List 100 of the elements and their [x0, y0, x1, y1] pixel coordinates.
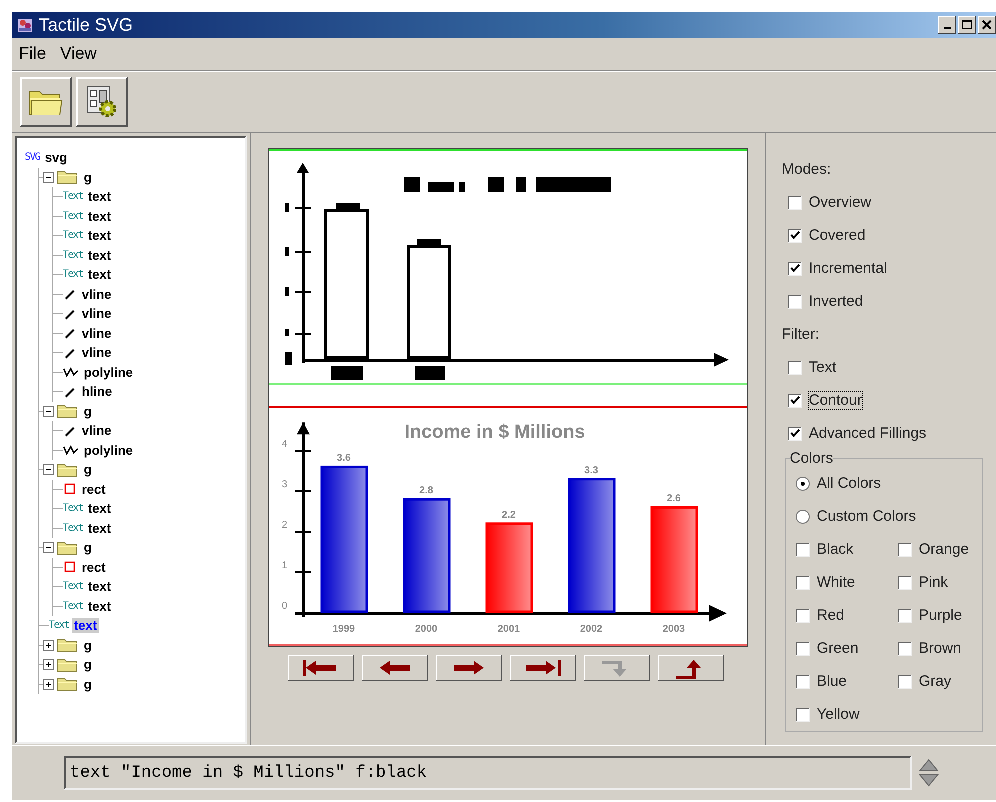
- checkbox-label[interactable]: Orange: [918, 540, 970, 559]
- first-button[interactable]: [288, 655, 354, 681]
- tree-item[interactable]: text: [86, 228, 114, 244]
- tree-item[interactable]: hline: [80, 384, 114, 400]
- tree-item[interactable]: vline: [80, 286, 114, 302]
- tree-item[interactable]: svg: [43, 150, 70, 166]
- app-icon: [16, 16, 34, 34]
- expand-toggle[interactable]: [43, 640, 54, 651]
- checkbox-label[interactable]: Blue: [816, 672, 848, 691]
- tree-item[interactable]: text: [86, 267, 114, 282]
- checkbox-label[interactable]: White: [816, 573, 856, 592]
- tree-item[interactable]: g: [82, 170, 94, 185]
- checkbox-label[interactable]: Green: [816, 639, 860, 658]
- checkbox-label[interactable]: Text: [808, 358, 838, 377]
- menu-item[interactable]: View: [60, 44, 97, 64]
- radio-button[interactable]: [796, 476, 810, 490]
- tree-item[interactable]: text: [72, 618, 100, 634]
- expand-toggle[interactable]: [43, 542, 54, 554]
- tree-item[interactable]: text: [86, 208, 114, 224]
- folder-icon: [57, 540, 79, 556]
- x-tick-label: 2003: [662, 624, 686, 635]
- tree-item[interactable]: vline: [80, 345, 114, 360]
- checkbox-label[interactable]: Purple: [918, 606, 964, 625]
- checkbox-label[interactable]: Gray: [918, 672, 953, 691]
- tree-item[interactable]: g: [82, 676, 94, 692]
- tree-item[interactable]: g: [82, 657, 94, 672]
- chart-title: Income in $ Millions: [404, 422, 586, 443]
- checkbox[interactable]: [796, 542, 810, 556]
- expand-toggle[interactable]: [43, 172, 54, 183]
- tree-item[interactable]: g: [82, 462, 94, 478]
- checkbox-label[interactable]: Overview: [808, 193, 873, 212]
- value-label: 2.2: [502, 510, 516, 521]
- tree-item[interactable]: text: [86, 501, 114, 516]
- tree-item[interactable]: rect: [80, 560, 108, 575]
- tree-item[interactable]: polyline: [82, 364, 136, 380]
- checkbox[interactable]: [796, 608, 810, 622]
- tree-item[interactable]: g: [82, 540, 94, 556]
- close-button[interactable]: [978, 16, 996, 34]
- maximize-button[interactable]: [958, 16, 976, 34]
- expand-toggle[interactable]: [43, 406, 54, 417]
- open-button[interactable]: [20, 77, 72, 127]
- tree-item[interactable]: text: [86, 579, 114, 594]
- tree-item[interactable]: vline: [80, 326, 114, 341]
- checkbox[interactable]: [796, 674, 810, 688]
- checkbox-label[interactable]: Contour: [808, 391, 864, 410]
- last-button[interactable]: [510, 655, 576, 681]
- tree-item[interactable]: text: [86, 189, 114, 204]
- settings-button[interactable]: [76, 77, 128, 127]
- checkbox[interactable]: [796, 576, 810, 590]
- radio-button[interactable]: [796, 510, 810, 524]
- checkbox[interactable]: [898, 608, 912, 622]
- checkbox[interactable]: [796, 642, 810, 656]
- tree-item[interactable]: g: [82, 404, 94, 419]
- tree-item[interactable]: vline: [80, 306, 114, 322]
- checkbox[interactable]: [788, 360, 802, 374]
- minimize-button[interactable]: [938, 16, 956, 34]
- status-field[interactable]: text "Income in $ Millions" f:black: [64, 756, 912, 790]
- checkbox-label[interactable]: Red: [816, 606, 846, 625]
- checkbox[interactable]: [788, 228, 802, 242]
- tree-item[interactable]: text: [86, 520, 114, 536]
- folder-icon: [57, 676, 79, 692]
- tree-item[interactable]: g: [82, 638, 94, 653]
- checkbox[interactable]: [898, 674, 912, 688]
- checkbox[interactable]: [898, 542, 912, 556]
- tree-item[interactable]: rect: [80, 482, 108, 497]
- expand-toggle[interactable]: [43, 464, 54, 476]
- expand-toggle[interactable]: [43, 659, 54, 670]
- tree-item[interactable]: text: [86, 598, 114, 614]
- checkbox[interactable]: [796, 708, 810, 722]
- text-tag-icon: Text: [63, 210, 84, 222]
- checkbox[interactable]: [898, 576, 912, 590]
- checkbox-label[interactable]: Covered: [808, 226, 867, 245]
- menu-item[interactable]: File: [19, 44, 46, 64]
- checkbox-label[interactable]: Incremental: [808, 259, 888, 278]
- tree-item[interactable]: vline: [80, 423, 114, 438]
- expand-toggle[interactable]: [43, 678, 54, 690]
- checkbox-label[interactable]: Yellow: [816, 705, 861, 724]
- text-tag-icon: Text: [63, 503, 84, 514]
- checkbox-label[interactable]: Brown: [918, 639, 963, 658]
- checkbox-label[interactable]: Black: [816, 540, 855, 559]
- next-button[interactable]: [436, 655, 502, 681]
- checkbox[interactable]: [788, 294, 802, 308]
- checkbox[interactable]: [788, 262, 802, 276]
- text-tag-icon: Text: [63, 600, 84, 612]
- checkbox-label[interactable]: Pink: [918, 573, 950, 592]
- checkbox[interactable]: [898, 642, 912, 656]
- previous-button[interactable]: [362, 655, 428, 681]
- checkbox-label[interactable]: Advanced Fillings: [808, 424, 928, 443]
- tree-item[interactable]: polyline: [82, 442, 136, 458]
- minimize-icon: [944, 27, 950, 29]
- radio-label[interactable]: Custom Colors: [816, 507, 918, 526]
- radio-label[interactable]: All Colors: [816, 474, 882, 493]
- checkbox[interactable]: [788, 394, 802, 408]
- checkbox-label[interactable]: Inverted: [808, 292, 864, 311]
- checkbox[interactable]: [788, 196, 802, 210]
- tree-item[interactable]: text: [86, 248, 114, 263]
- up-button[interactable]: [658, 655, 724, 681]
- section-label: Filter:: [782, 325, 820, 345]
- checkbox[interactable]: [788, 426, 802, 440]
- spinner[interactable]: [918, 757, 940, 789]
